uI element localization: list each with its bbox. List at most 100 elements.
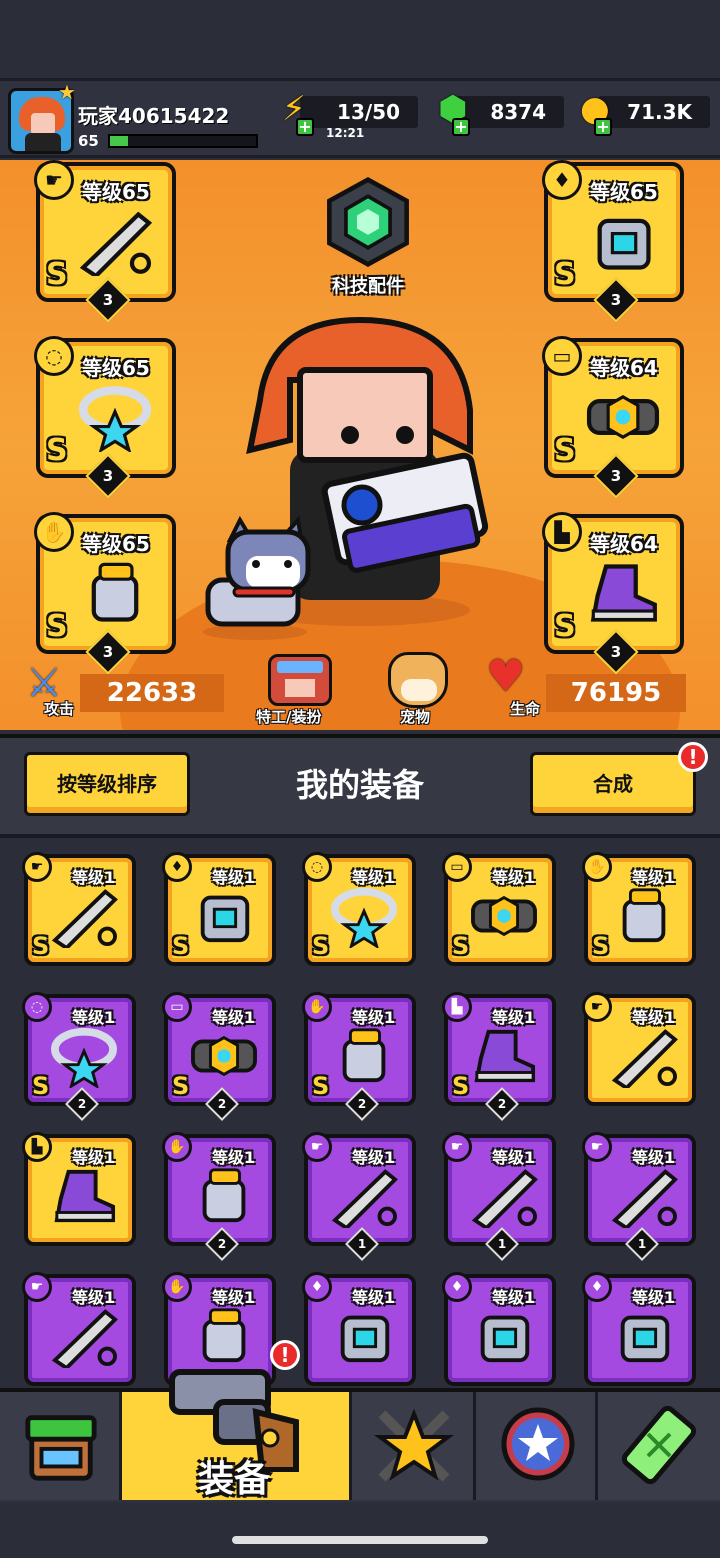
- weapon-item-icon: [611, 1169, 678, 1231]
- coin-counter: 71.3K: [598, 96, 710, 128]
- slot-level: 等级64: [590, 356, 658, 380]
- boots-item-icon: [590, 564, 657, 622]
- item-level: 等级1: [352, 1008, 396, 1027]
- equipped-slot-necklace[interactable]: ◌ 等级65 S 3: [34, 336, 176, 499]
- necklace-item-icon: [51, 1027, 117, 1090]
- inventory-item[interactable]: ☛ 等级1 S: [22, 852, 136, 966]
- item-grade: S: [312, 932, 330, 960]
- slot-level: 等级64: [590, 532, 658, 556]
- item-star-badge: 2: [485, 1087, 519, 1121]
- belt-type-icon: ▭: [162, 992, 192, 1022]
- equipped-slot-belt[interactable]: ▭ 等级64 S 3: [542, 336, 684, 499]
- nav-tab-evolve[interactable]: [598, 1392, 720, 1500]
- evolve-icon: [621, 1405, 697, 1485]
- equipped-slot-armor[interactable]: ♦ 等级65 S 3: [542, 160, 684, 323]
- equipped-slot-boots[interactable]: ▙ 等级64 S 3: [542, 512, 684, 675]
- gloves-item-icon: [91, 562, 139, 622]
- inventory-item[interactable]: ☛ 等级1 1: [302, 1132, 416, 1261]
- energy-timer: 12:21: [326, 126, 365, 140]
- tech-parts-button[interactable]: [318, 176, 418, 276]
- item-level: 等级1: [632, 1288, 676, 1307]
- weapon-type-icon: ☛: [582, 1132, 612, 1162]
- nav-tab-skills[interactable]: [476, 1392, 598, 1500]
- my-equipment-title: 我的装备: [295, 766, 424, 804]
- armor-item-icon: [620, 1315, 670, 1363]
- energy-add-button[interactable]: +: [296, 118, 314, 136]
- inventory-item[interactable]: ◌ 等级1 S: [302, 852, 416, 966]
- inventory-item[interactable]: ☛ 等级1: [22, 1272, 136, 1386]
- merge-button[interactable]: 合成: [530, 752, 696, 816]
- gloves-item-icon: [622, 888, 666, 943]
- item-grade: S: [172, 1072, 190, 1100]
- inventory-item[interactable]: ✋ 等级1 S: [582, 852, 696, 966]
- inventory-item[interactable]: ♦ 等级1: [302, 1272, 416, 1386]
- gloves-type-icon: ✋: [302, 992, 332, 1022]
- coin-add-button[interactable]: +: [594, 118, 612, 136]
- item-grade: S: [172, 932, 190, 960]
- item-level: 等级1: [212, 1288, 256, 1307]
- slot-star-count: 3: [102, 291, 114, 309]
- gem-value: 8374: [490, 100, 546, 124]
- inventory-item[interactable]: ☛ 等级1: [582, 992, 696, 1106]
- inventory-item[interactable]: ♦ 等级1: [442, 1272, 556, 1386]
- inventory-item[interactable]: ◌ 等级1 S 2: [22, 992, 136, 1121]
- xp-bar: [108, 134, 258, 148]
- slot-star-count: 3: [610, 291, 622, 309]
- inventory-item[interactable]: ☛ 等级1 1: [442, 1132, 556, 1261]
- item-grade: S: [32, 932, 50, 960]
- boots-type-icon: ▙: [542, 512, 582, 552]
- boots-item-icon: [54, 1169, 116, 1223]
- xp-bar-fill: [110, 136, 128, 146]
- item-star-badge: 2: [345, 1087, 379, 1121]
- inventory-item[interactable]: ☛ 等级1 1: [582, 1132, 696, 1261]
- item-grade: S: [32, 1072, 50, 1100]
- tech-parts-label: 科技配件: [332, 276, 404, 297]
- weapon-type-icon: ☛: [22, 852, 52, 882]
- weapon-item-icon: [611, 1029, 678, 1091]
- item-level: 等级1: [352, 1148, 396, 1167]
- necklace-type-icon: ◌: [302, 852, 332, 882]
- nav-tab-shop[interactable]: [0, 1392, 122, 1500]
- gloves-item-icon: [342, 1028, 386, 1083]
- inventory-item[interactable]: ▙ 等级1: [22, 1132, 136, 1246]
- inventory-item[interactable]: ✋ 等级1 2: [162, 1132, 276, 1261]
- weapon-type-icon: ☛: [302, 1132, 332, 1162]
- inventory-item[interactable]: ♦ 等级1: [582, 1272, 696, 1386]
- slot-grade: S: [46, 609, 68, 644]
- player-name: 玩家40615422: [78, 104, 230, 128]
- armor-item-icon: [200, 895, 250, 943]
- inventory-grid[interactable]: ☛ 等级1 S ♦ 等级1 S ◌ 等级1 S ▭ 等级1 S ✋ 等级1 S ◌ 等级1 S 2 ▭ 等级1 S 2 ✋ 等级…: [0, 838, 720, 1388]
- armor-item-icon: [597, 218, 651, 270]
- inventory-item[interactable]: ✋ 等级1 S 2: [302, 992, 416, 1121]
- shop-icon: [25, 1415, 97, 1481]
- inventory-item[interactable]: ▭ 等级1 S 2: [162, 992, 276, 1121]
- hp-heart-icon: ♥: [486, 651, 526, 702]
- inventory-item[interactable]: ▭ 等级1 S: [442, 852, 556, 966]
- talent-icon: [374, 1408, 454, 1482]
- attack-value: 22633: [80, 674, 224, 712]
- nav-active-label: 装备: [198, 1459, 271, 1500]
- equipped-slot-weapon[interactable]: ☛ 等级65 S 3: [34, 160, 176, 323]
- coin-value: 71.3K: [627, 100, 692, 124]
- agent-costume-label: 特工/装扮: [256, 708, 322, 726]
- weapon-item-icon: [79, 211, 153, 279]
- home-indicator[interactable]: [232, 1536, 488, 1544]
- inventory-item[interactable]: ♦ 等级1 S: [162, 852, 276, 966]
- equipped-slot-gloves[interactable]: ✋ 等级65 S 3: [34, 512, 176, 675]
- item-level: 等级1: [352, 1288, 396, 1307]
- hp-value: 76195: [546, 674, 686, 712]
- hp-label: 生命: [510, 700, 541, 718]
- nav-tab-talent[interactable]: [352, 1392, 476, 1500]
- belt-item-icon: [471, 895, 537, 937]
- item-star-badge: 1: [485, 1227, 519, 1261]
- inventory-item[interactable]: ▙ 等级1 S 2: [442, 992, 556, 1121]
- belt-type-icon: ▭: [442, 852, 472, 882]
- agent-visor-icon: [277, 661, 323, 673]
- pet-cat[interactable]: [190, 510, 320, 640]
- pet-button[interactable]: [388, 652, 448, 708]
- gem-add-button[interactable]: +: [452, 118, 470, 136]
- sort-by-level-button[interactable]: 按等级排序: [24, 752, 190, 816]
- slot-star-count: 3: [610, 467, 622, 485]
- avatar-body: [25, 133, 61, 151]
- agent-costume-button[interactable]: [268, 654, 332, 706]
